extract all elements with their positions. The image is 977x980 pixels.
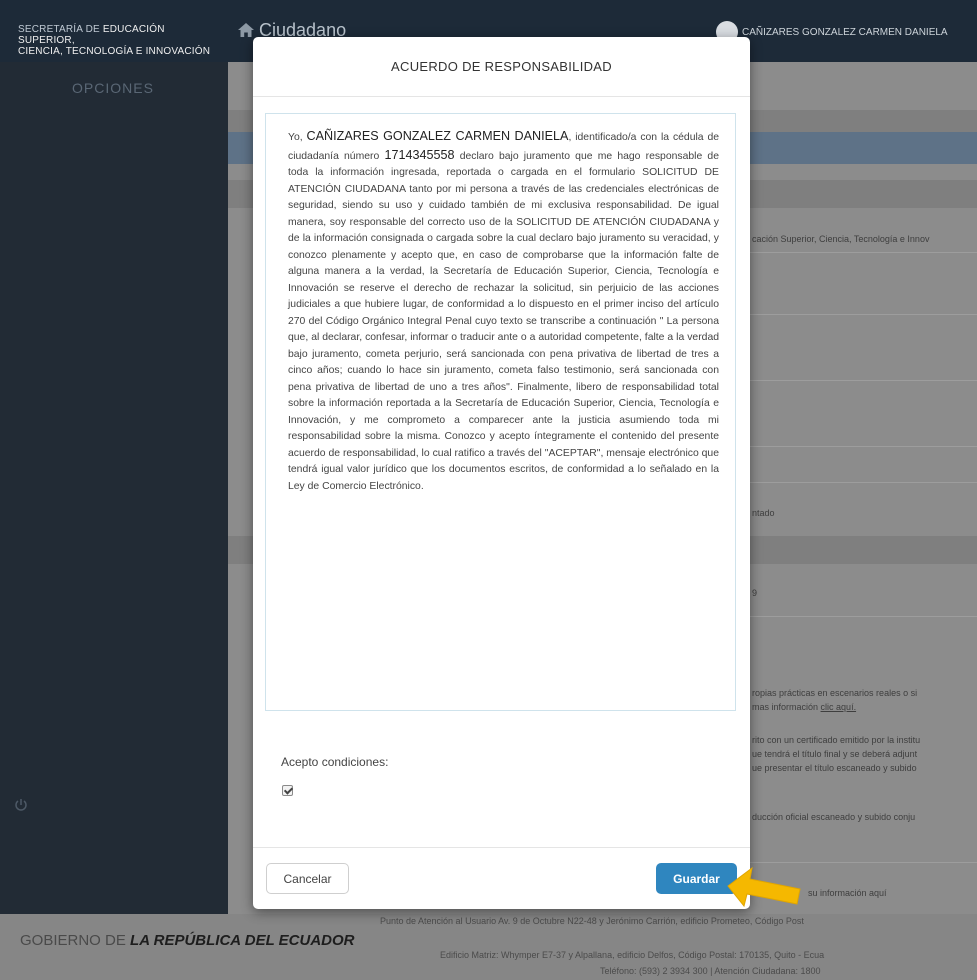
gov-prefix: GOBIERNO DE <box>20 932 126 949</box>
agreement-text: Yo, CAÑIZARES GONZALEZ CARMEN DANIELA, i… <box>288 128 719 495</box>
save-button[interactable]: Guardar <box>656 863 737 894</box>
gov-name: LA REPÚBLICA DEL ECUADOR <box>130 932 355 949</box>
agreement-start: Yo, <box>288 132 303 143</box>
footer-phone: Teléfono: (593) 2 3934 300 | Atención Ci… <box>600 966 821 976</box>
agreement-text-box: Yo, CAÑIZARES GONZALEZ CARMEN DANIELA, i… <box>265 113 736 711</box>
bg-info-text: mas información <box>752 702 819 712</box>
bg-info-line2: mas información clic aquí. <box>752 702 977 712</box>
citizen-name: CAÑIZARES GONZALEZ CARMEN DANIELA <box>306 129 569 143</box>
bg-status: ntado <box>752 508 775 518</box>
bg-cert-line1: rito con un certificado emitido por la i… <box>752 735 921 745</box>
divider <box>748 314 977 315</box>
bg-institution: cación Superior, Ciencia, Tecnología e I… <box>752 234 930 244</box>
sidebar: OPCIONES <box>0 62 228 914</box>
pointer-arrow-icon <box>727 866 801 908</box>
government-logo: GOBIERNO DE LA REPÚBLICA DEL ECUADOR <box>20 932 354 949</box>
cancel-button[interactable]: Cancelar <box>266 863 349 894</box>
brand-prefix: SECRETARÍA DE <box>18 24 100 35</box>
accept-conditions-label: Acepto condiciones: <box>281 755 389 769</box>
id-number: 1714345558 <box>384 147 455 162</box>
bg-more-info[interactable]: su información aquí <box>808 888 887 898</box>
bg-digit: 9 <box>752 588 758 598</box>
bg-scan-line: ducción oficial escaneado y subido conju <box>752 812 916 822</box>
divider <box>748 482 977 483</box>
divider <box>748 446 977 447</box>
agreement-body: declaro bajo juramento que me hago respo… <box>288 150 719 492</box>
bg-info-link[interactable]: clic aquí. <box>821 702 857 712</box>
user-menu[interactable]: CAÑIZARES GONZALEZ CARMEN DANIELA <box>716 20 948 44</box>
footer-address-2: Edificio Matriz: Whymper E7-37 y Alpalla… <box>440 950 825 960</box>
power-icon[interactable] <box>14 798 28 812</box>
divider <box>748 380 977 381</box>
user-name: CAÑIZARES GONZALEZ CARMEN DANIELA <box>742 26 948 38</box>
divider <box>748 616 977 617</box>
modal-header: ACUERDO DE RESPONSABILIDAD <box>253 37 750 97</box>
bg-info-line1: ropias prácticas en escenarios reales o … <box>752 688 918 698</box>
responsibility-modal: ACUERDO DE RESPONSABILIDAD Yo, CAÑIZARES… <box>253 37 750 909</box>
footer-address-1: Punto de Atención al Usuario Av. 9 de Oc… <box>380 916 804 926</box>
institution-logo[interactable]: SECRETARÍA DE EDUCACIÓN SUPERIOR, CIENCI… <box>18 24 218 57</box>
modal-title: ACUERDO DE RESPONSABILIDAD <box>391 59 612 74</box>
divider <box>748 862 977 863</box>
bg-cert-line3: ue presentar el título escaneado y subid… <box>752 763 917 773</box>
home-icon <box>238 23 254 37</box>
brand-line2: CIENCIA, TECNOLOGÍA E INNOVACIÓN <box>18 46 211 57</box>
sidebar-title: OPCIONES <box>72 80 154 96</box>
bg-cert-line2: ue tendrá el título final y se deberá ad… <box>752 749 918 759</box>
accept-conditions-checkbox[interactable] <box>282 785 293 796</box>
divider <box>748 252 977 253</box>
modal-footer-divider <box>253 847 750 848</box>
page-footer: GOBIERNO DE LA REPÚBLICA DEL ECUADOR Pun… <box>0 914 977 980</box>
